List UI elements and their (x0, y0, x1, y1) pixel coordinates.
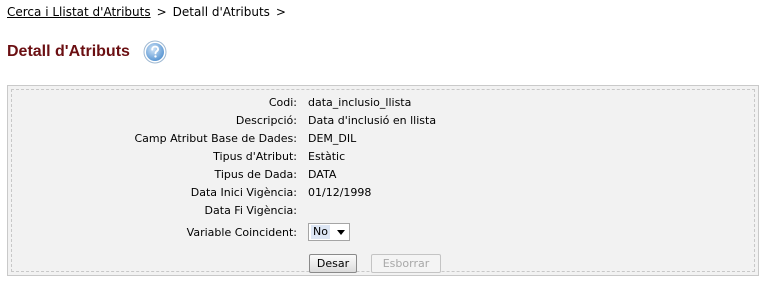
field-row-attribute-type: Tipus d'Atribut: Estàtic (12, 148, 754, 166)
attribute-detail-form: Codi: data_inclusio_llista Descripció: D… (11, 89, 755, 273)
breadcrumb-separator: > (156, 5, 167, 19)
field-row-data-type: Tipus de Dada: DATA (12, 166, 754, 184)
field-row-end-date: Data Fi Vigència: (12, 202, 754, 220)
breadcrumb-link-search[interactable]: Cerca i Llistat d'Atributs (7, 5, 151, 19)
breadcrumb-separator-trailing: > (275, 5, 286, 19)
attribute-type-label: Tipus d'Atribut: (213, 150, 297, 163)
code-value: data_inclusio_llista (308, 96, 412, 109)
field-row-description: Descripció: Data d'inclusió en llista (12, 112, 754, 130)
breadcrumb-current: Detall d'Atributs (172, 5, 270, 19)
description-value: Data d'inclusió en llista (308, 114, 437, 127)
coincident-selected-value: No (311, 225, 330, 239)
db-field-label: Camp Atribut Base de Dades: (134, 132, 297, 145)
chevron-down-icon (337, 230, 345, 235)
start-date-label: Data Inici Vigència: (190, 186, 297, 199)
code-label: Codi: (268, 96, 297, 109)
start-date-value: 01/12/1998 (308, 186, 372, 199)
page-title: Detall d'Atributs (7, 43, 130, 60)
field-row-start-date: Data Inici Vigència: 01/12/1998 (12, 184, 754, 202)
attribute-detail-panel: Codi: data_inclusio_llista Descripció: D… (7, 85, 759, 276)
field-row-db-field: Camp Atribut Base de Dades: DEM_DIL (12, 130, 754, 148)
db-field-value: DEM_DIL (308, 132, 357, 145)
breadcrumb: Cerca i Llistat d'Atributs > Detall d'Atri… (7, 4, 292, 20)
data-type-value: DATA (308, 168, 337, 181)
description-label: Descripció: (235, 114, 297, 127)
coincident-label: Variable Coincident: (186, 226, 297, 239)
end-date-label: Data Fi Vigència: (204, 204, 297, 217)
data-type-label: Tipus de Dada: (214, 168, 297, 181)
delete-button: Esborrar (371, 254, 441, 273)
question-mark-icon[interactable] (143, 40, 167, 64)
field-row-coincident: Variable Coincident: No (12, 223, 754, 242)
save-button[interactable]: Desar (309, 254, 357, 273)
field-row-code: Codi: data_inclusio_llista (12, 94, 754, 112)
coincident-select[interactable]: No (308, 223, 350, 241)
attribute-type-value: Estàtic (308, 150, 346, 163)
